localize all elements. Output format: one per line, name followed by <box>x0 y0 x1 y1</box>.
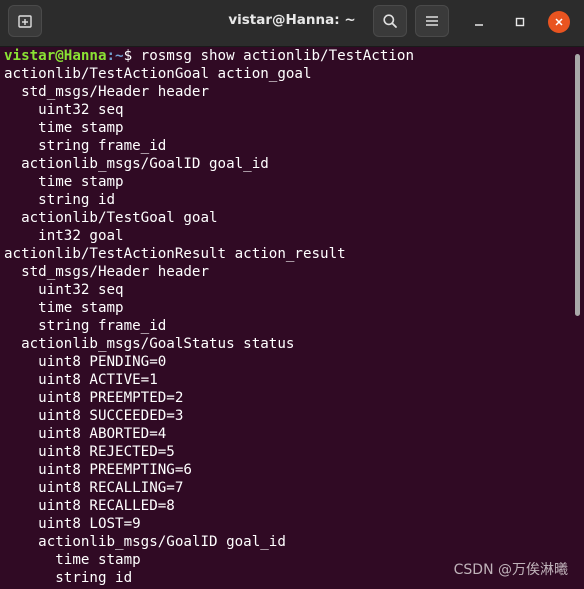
output-line: actionlib_msgs/GoalID goal_id <box>4 534 286 550</box>
output-line: uint8 PREEMPTING=6 <box>4 462 192 478</box>
output-line: uint8 RECALLED=8 <box>4 498 175 514</box>
output-line: uint8 ACTIVE=1 <box>4 372 158 388</box>
output-line: time stamp <box>4 552 141 568</box>
output-line: std_msgs/Header header <box>4 264 209 280</box>
prompt-command: rosmsg show actionlib/TestAction <box>132 48 415 64</box>
output-line: int32 goal <box>4 228 124 244</box>
output-line: actionlib/TestActionResult action_result <box>4 246 346 262</box>
output-line: uint8 LOST=9 <box>4 516 141 532</box>
close-button[interactable] <box>548 11 570 33</box>
output-line: uint8 ABORTED=4 <box>4 426 167 442</box>
output-line: uint8 SUCCEEDED=3 <box>4 408 184 424</box>
output-line: string id <box>4 192 116 208</box>
output-line: actionlib/TestGoal goal <box>4 210 218 226</box>
search-button[interactable] <box>373 5 407 37</box>
scrollbar-thumb[interactable] <box>575 54 580 316</box>
output-line: uint8 RECALLING=7 <box>4 480 184 496</box>
menu-button[interactable] <box>415 5 449 37</box>
terminal-output-area[interactable]: vistar@Hanna:~$ rosmsg show actionlib/Te… <box>0 47 584 589</box>
prompt-line: vistar@Hanna:~$ rosmsg show actionlib/Te… <box>4 47 414 65</box>
output-line: uint32 seq <box>4 102 124 118</box>
window-title: vistar@Hanna: ~ <box>228 12 356 28</box>
output-line: time stamp <box>4 300 124 316</box>
output-line: string id <box>4 570 133 586</box>
output-line: time stamp <box>4 120 124 136</box>
prompt-symbol: $ <box>123 48 133 64</box>
output-line: actionlib_msgs/GoalID goal_id <box>4 156 269 172</box>
output-line: uint8 PENDING=0 <box>4 354 167 370</box>
prompt-path: :~ <box>106 48 124 64</box>
output-line: string frame_id <box>4 318 167 334</box>
output-line: std_msgs/Header header <box>4 84 209 100</box>
terminal-lines: vistar@Hanna:~$ rosmsg show actionlib/Te… <box>4 47 414 587</box>
maximize-button[interactable] <box>509 11 531 33</box>
prompt-user-host: vistar@Hanna <box>4 48 107 64</box>
output-line: uint8 REJECTED=5 <box>4 444 175 460</box>
output-line: string frame_id <box>4 138 167 154</box>
output-line: actionlib_msgs/GoalStatus status <box>4 336 295 352</box>
terminal-window: vistar@Hanna: ~ vistar@Hanna:~$ rosmsg s… <box>0 0 584 589</box>
output-line: uint32 seq <box>4 282 124 298</box>
title-bar: vistar@Hanna: ~ <box>0 0 584 47</box>
watermark: CSDN @万俟淋曦 <box>453 562 568 578</box>
output-line: actionlib/TestActionGoal action_goal <box>4 66 312 82</box>
new-tab-button[interactable] <box>8 5 42 37</box>
output-line: uint8 PREEMPTED=2 <box>4 390 184 406</box>
output-line: time stamp <box>4 174 124 190</box>
minimize-button[interactable] <box>468 11 490 33</box>
